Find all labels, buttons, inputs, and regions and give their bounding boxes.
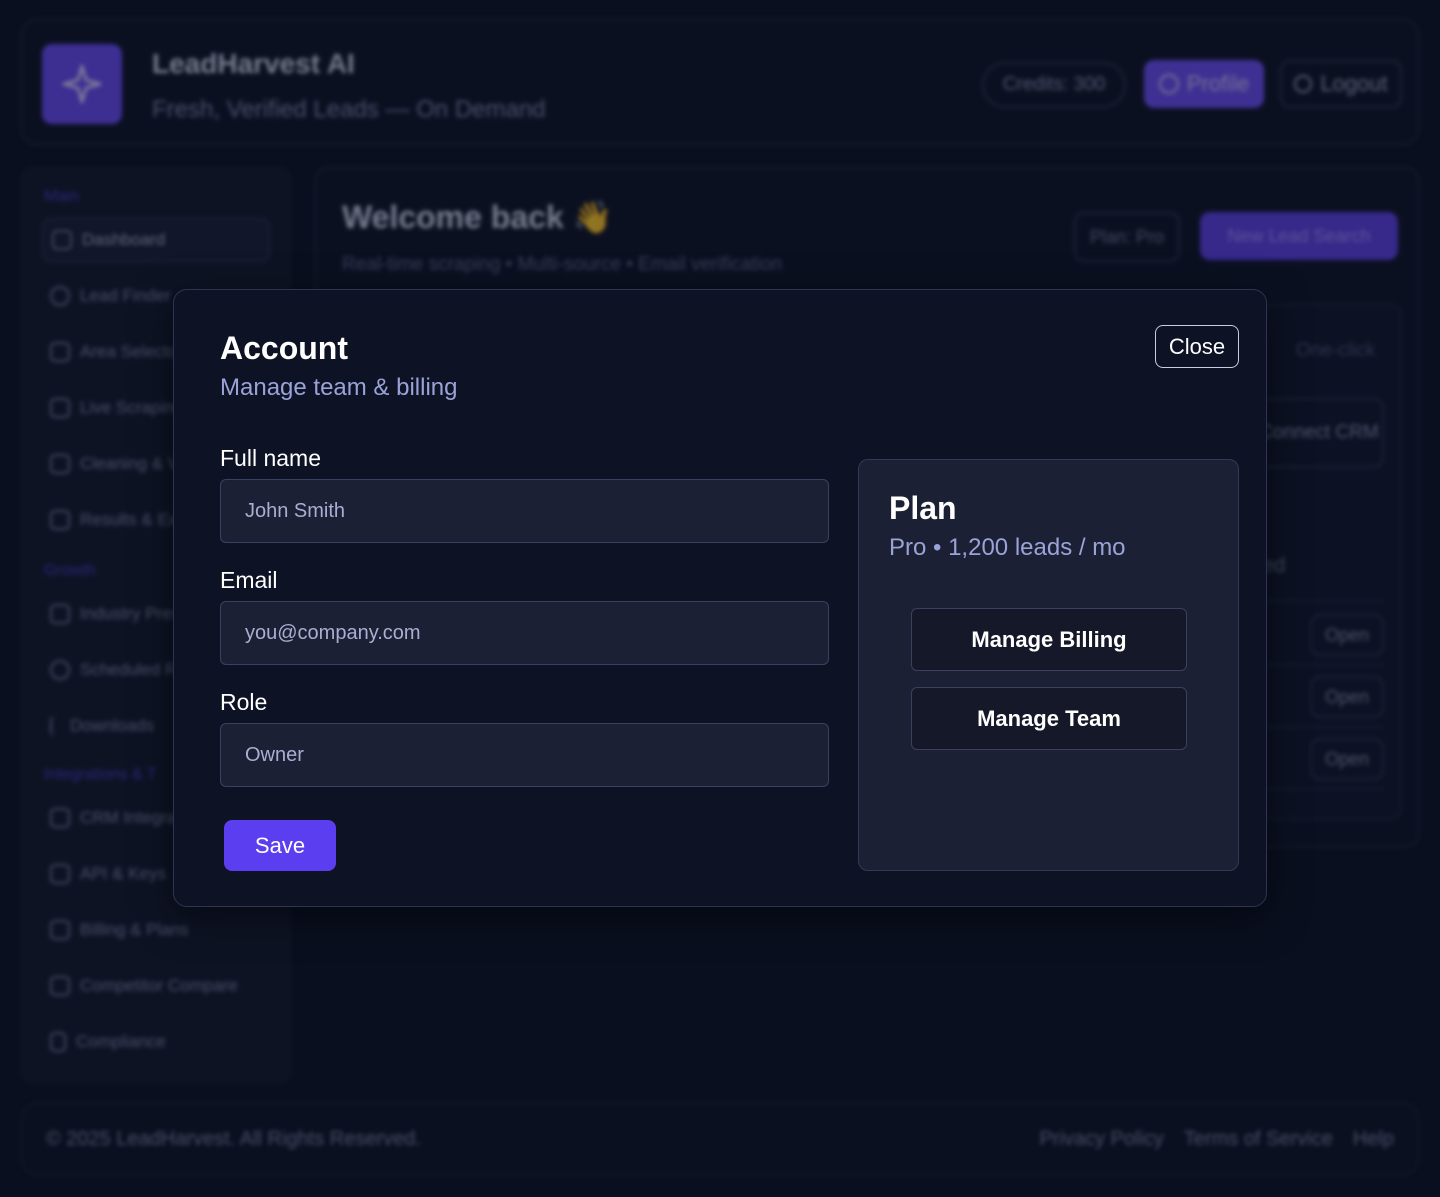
power-icon (1294, 75, 1313, 93)
one-click-label: One-click (1296, 340, 1376, 361)
footer-links: Privacy Policy Terms of Service Help (1039, 1128, 1394, 1151)
full-name-label: Full name (220, 445, 321, 471)
welcome-subtitle: Real-time scraping • Multi-source • Emai… (342, 254, 782, 275)
sidebar-section-integrations: Integrations & T (44, 766, 157, 783)
top-bar: LeadHarvest AI Fresh, Verified Leads — O… (20, 18, 1420, 146)
help-link[interactable]: Help (1353, 1128, 1394, 1151)
sidebar-item-label: API & Keys (80, 864, 166, 883)
save-button[interactable]: Save (224, 820, 336, 871)
download-icon (50, 716, 60, 736)
sidebar-section-main: Main (44, 188, 79, 205)
footer: © 2025 LeadHarvest. All Rights Reserved.… (20, 1102, 1420, 1176)
map-icon (50, 342, 70, 362)
broom-icon (50, 398, 70, 418)
file-icon (50, 510, 70, 530)
brand-subtitle: Fresh, Verified Leads — On Demand (152, 96, 546, 123)
clipboard-icon (50, 920, 70, 940)
welcome-title: Welcome back 👋 (342, 199, 613, 235)
sidebar-item-label: Billing & Plans (80, 920, 189, 939)
search-icon (50, 286, 70, 306)
modal-subtitle: Manage team & billing (220, 374, 458, 401)
copyright-text: © 2025 LeadHarvest. All Rights Reserved. (46, 1128, 421, 1150)
plan-card: Plan Pro • 1,200 leads / mo Manage Billi… (858, 459, 1239, 871)
sidebar-item-dashboard[interactable]: Dashboard (42, 218, 270, 262)
modal-title: Account (220, 330, 348, 366)
sidebar-item-label: Area Selector (80, 342, 183, 361)
calendar-icon (50, 454, 70, 474)
logo (42, 44, 122, 124)
credits-badge: Credits: 300 (982, 62, 1126, 108)
profile-button[interactable]: Profile (1144, 60, 1264, 108)
brand-title: LeadHarvest AI (152, 48, 355, 79)
full-name-input[interactable] (220, 479, 829, 543)
sparkle-icon (62, 64, 102, 104)
connect-crm-button[interactable]: Connect CRM (1254, 398, 1384, 468)
profile-label: Profile (1186, 71, 1250, 96)
open-button[interactable]: Open (1310, 614, 1384, 656)
open-button[interactable]: Open (1310, 738, 1384, 780)
sidebar-item-label: Downloads (70, 716, 155, 735)
privacy-policy-link[interactable]: Privacy Policy (1039, 1128, 1163, 1151)
sidebar-item-label: Lead Finder (80, 286, 171, 305)
folder-icon (50, 604, 70, 624)
plan-title: Plan (889, 490, 957, 526)
home-icon (52, 230, 72, 250)
sidebar-item-billing[interactable]: Billing & Plans (42, 908, 270, 952)
sidebar-item-label: Dashboard (82, 230, 166, 249)
new-lead-search-button[interactable]: New Lead Search (1200, 212, 1398, 260)
email-label: Email (220, 567, 278, 593)
account-modal: Account Manage team & billing Close Full… (173, 289, 1267, 907)
key-icon (50, 864, 70, 884)
role-input[interactable] (220, 723, 829, 787)
sidebar-item-label: Competitor Compare (80, 976, 238, 995)
clock-icon (50, 660, 70, 680)
plan-subtitle: Pro • 1,200 leads / mo (889, 534, 1126, 561)
chart-icon (50, 976, 70, 996)
open-button[interactable]: Open (1310, 676, 1384, 718)
sidebar-item-label: Compliance (76, 1032, 166, 1051)
close-button[interactable]: Close (1155, 325, 1239, 368)
sidebar-item-competitor[interactable]: Competitor Compare (42, 964, 270, 1008)
role-label: Role (220, 689, 268, 715)
phone-icon (50, 808, 70, 828)
manage-billing-button[interactable]: Manage Billing (911, 608, 1187, 671)
plan-badge: Plan: Pro (1074, 212, 1180, 262)
sidebar-item-compliance[interactable]: Compliance (42, 1020, 270, 1064)
sidebar-item-label: Live Scraping (80, 398, 184, 417)
user-icon (1158, 74, 1179, 94)
manage-team-button[interactable]: Manage Team (911, 687, 1187, 750)
terms-link[interactable]: Terms of Service (1184, 1128, 1333, 1151)
sidebar-section-growth: Growth (44, 562, 96, 579)
email-input[interactable] (220, 601, 829, 665)
logout-label: Logout (1320, 71, 1388, 96)
shield-icon (50, 1032, 66, 1052)
logout-button[interactable]: Logout (1280, 60, 1402, 108)
